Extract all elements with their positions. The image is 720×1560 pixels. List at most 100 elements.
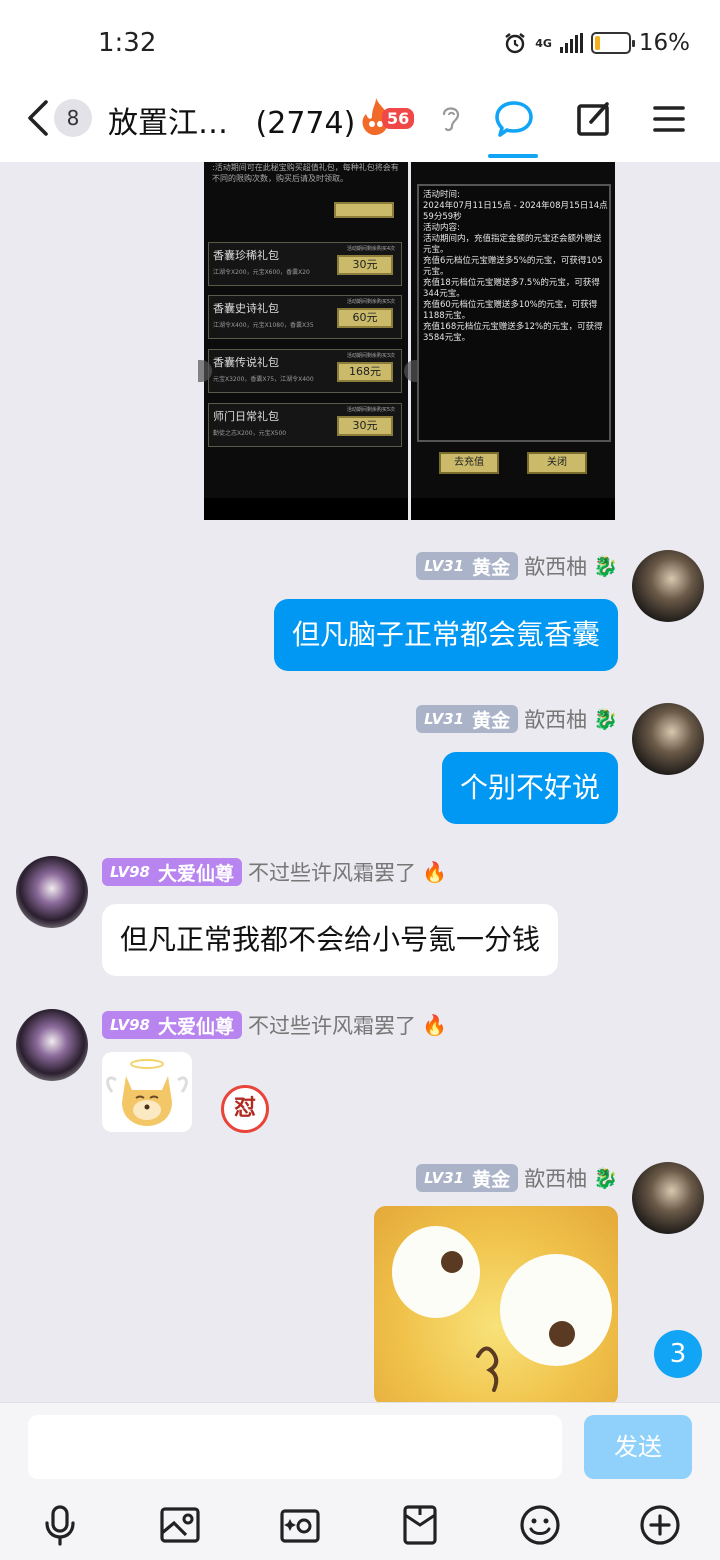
edit-note-icon[interactable] (573, 98, 615, 140)
back-arrow-icon[interactable] (24, 98, 54, 138)
googly-eyes-face-sticker[interactable] (374, 1206, 618, 1402)
sender-nickname[interactable]: 歆西柚 (524, 551, 587, 581)
level-number: LV98 (110, 1016, 150, 1034)
member-title: 黄金 (472, 1168, 511, 1191)
plus-icon[interactable] (638, 1503, 682, 1547)
gift-price-button: 30元 (337, 416, 393, 436)
level-number: LV31 (424, 710, 465, 728)
dragon-badge-icon: 🐉 (593, 707, 618, 731)
emoji-icon[interactable] (518, 1503, 562, 1547)
message-input[interactable] (28, 1415, 562, 1479)
alarm-icon (505, 33, 525, 54)
gift-contents: 江湖令X200，元宝X600，香囊X20 (213, 269, 310, 276)
battery-icon (590, 32, 635, 54)
message-meta: LV98 大爱仙尊 不过些许风霜罢了 🔥 (102, 858, 447, 886)
level-badge[interactable]: LV98 大爱仙尊 (102, 858, 242, 886)
signal-icon (559, 33, 583, 53)
recharge-event-panel: 活动时间: 2024年07月11日15点 - 2024年08月15日14点59分… (417, 184, 611, 442)
dragon-badge-icon: 🐉 (593, 554, 618, 578)
fire-level-badge[interactable]: 56 (356, 96, 426, 138)
sender-nickname[interactable]: 不过些许风霜罢了 (248, 1010, 416, 1040)
recharge-button: 去充值 (439, 452, 499, 474)
sender-nickname[interactable]: 歆西柚 (524, 704, 587, 734)
message-meta: LV31 黄金 歆西柚 🐉 (416, 1164, 618, 1192)
status-time: 1:32 (98, 28, 157, 58)
reaction-badge[interactable]: 怼 (221, 1085, 269, 1133)
partial-price-button (334, 202, 394, 218)
gift-name: 香囊传说礼包 (213, 356, 279, 369)
microphone-icon[interactable] (38, 1503, 82, 1547)
unread-count-badge[interactable]: 8 (54, 99, 92, 137)
camera-icon[interactable] (278, 1503, 322, 1547)
battery-percent: 16% (638, 30, 690, 56)
composer: 发送 (0, 1402, 720, 1560)
googly-eyes-icon (392, 1226, 612, 1392)
red-packet-icon[interactable] (398, 1503, 442, 1547)
status-bar: 1:32 4G 16% (0, 0, 720, 90)
gift-item: 师门日常礼包 勤徒之志X200，元宝X500 活动期间剩余购买5次 30元 (208, 403, 402, 447)
gift-limit: 活动期间剩余购买5次 (346, 299, 395, 305)
avatar[interactable] (16, 856, 88, 928)
image-icon[interactable] (158, 1503, 202, 1547)
level-badge[interactable]: LV98 大爱仙尊 (102, 1011, 242, 1039)
message-meta: LV98 大爱仙尊 不过些许风霜罢了 🔥 (102, 1011, 447, 1039)
dragon-badge-icon: 🐉 (593, 1166, 618, 1190)
level-number: LV31 (424, 1169, 465, 1187)
gift-contents: 勤徒之志X200，元宝X500 (213, 430, 287, 437)
message-bubble[interactable]: 但凡脑子正常都会氪香囊 (273, 599, 618, 671)
ear-icon[interactable] (438, 102, 464, 134)
active-tab-indicator (488, 154, 538, 158)
gift-limit: 活动期间剩余购买3次 (346, 353, 395, 359)
gift-item: 香囊珍稀礼包 江湖令X200，元宝X600，香囊X20 活动期间剩余购买4次 3… (208, 242, 402, 286)
status-icons: 4G 16% (503, 30, 690, 56)
gift-item: 香囊史诗礼包 江湖令X400，元宝X1080，香囊X35 活动期间剩余购买5次 … (208, 295, 402, 339)
level-badge[interactable]: LV31 黄金 (416, 552, 519, 580)
sender-nickname[interactable]: 不过些许风霜罢了 (248, 857, 416, 887)
level-badge[interactable]: LV31 黄金 (416, 705, 519, 733)
gift-name: 香囊史诗礼包 (213, 302, 279, 315)
send-button[interactable]: 发送 (584, 1415, 692, 1479)
member-title: 大爱仙尊 (157, 862, 234, 885)
new-messages-badge[interactable]: 3 (654, 1330, 702, 1378)
group-name: 放置江… (108, 106, 228, 141)
level-number: LV31 (424, 557, 465, 575)
message-meta: LV31 黄金 歆西柚 🐉 (416, 552, 618, 580)
gift-contents: 江湖令X400，元宝X1080，香囊X35 (213, 322, 314, 329)
fire-level-number: 56 (382, 108, 415, 129)
chat-header: 8 放置江… (2774) 56 (0, 90, 720, 162)
member-title: 黄金 (472, 709, 511, 732)
avatar[interactable] (16, 1009, 88, 1081)
gift-price-button: 60元 (337, 308, 393, 328)
close-button: 关闭 (527, 452, 587, 474)
member-title: 大爱仙尊 (157, 1015, 234, 1038)
gift-contents: 元宝X3200，香囊X75，江湖令X400 (213, 376, 314, 383)
gift-item: 香囊传说礼包 元宝X3200，香囊X75，江湖令X400 活动期间剩余购买3次 … (208, 349, 402, 393)
gift-limit: 活动期间剩余购买4次 (346, 246, 395, 252)
message-meta: LV31 黄金 歆西柚 🐉 (416, 705, 618, 733)
angel-dog-sticker[interactable] (102, 1052, 192, 1132)
angel-dog-icon (106, 1059, 188, 1126)
menu-icon[interactable] (648, 98, 690, 140)
message-bubble[interactable]: 个别不好说 (441, 752, 618, 824)
network-label: 4G (535, 36, 552, 50)
level-number: LV98 (110, 863, 150, 881)
game-screenshot-recharge-event[interactable]: 活动时间: 2024年07月11日15点 - 2024年08月15日14点59分… (411, 162, 615, 520)
gift-limit: 活动期间剩余购买5次 (346, 407, 395, 413)
message-bubble[interactable]: 但凡正常我都不会给小号氪一分钱 (102, 904, 559, 976)
member-title: 黄金 (472, 556, 511, 579)
chat-bubble-icon[interactable] (493, 98, 535, 140)
recharge-event-text: 活动时间: 2024年07月11日15点 - 2024年08月15日14点59分… (423, 190, 608, 343)
chat-messages[interactable]: :活动期间可在此秘宝购买超值礼包，每种礼包将会有不同的限购次数，购买后请及时领取… (0, 162, 720, 1402)
screenshot-bottom-bar (411, 498, 615, 520)
sender-nickname[interactable]: 歆西柚 (524, 1163, 587, 1193)
avatar[interactable] (632, 550, 704, 622)
group-member-count: (2774) (255, 106, 356, 141)
avatar[interactable] (632, 1162, 704, 1234)
group-title[interactable]: 放置江… (2774) (108, 98, 355, 142)
avatar[interactable] (632, 703, 704, 775)
fire-badge-icon: 🔥 (422, 1013, 447, 1037)
gift-price-button: 168元 (337, 362, 393, 382)
gift-price-button: 30元 (337, 255, 393, 275)
game-screenshot-gift-shop[interactable]: :活动期间可在此秘宝购买超值礼包，每种礼包将会有不同的限购次数，购买后请及时领取… (204, 162, 408, 520)
level-badge[interactable]: LV31 黄金 (416, 1164, 519, 1192)
